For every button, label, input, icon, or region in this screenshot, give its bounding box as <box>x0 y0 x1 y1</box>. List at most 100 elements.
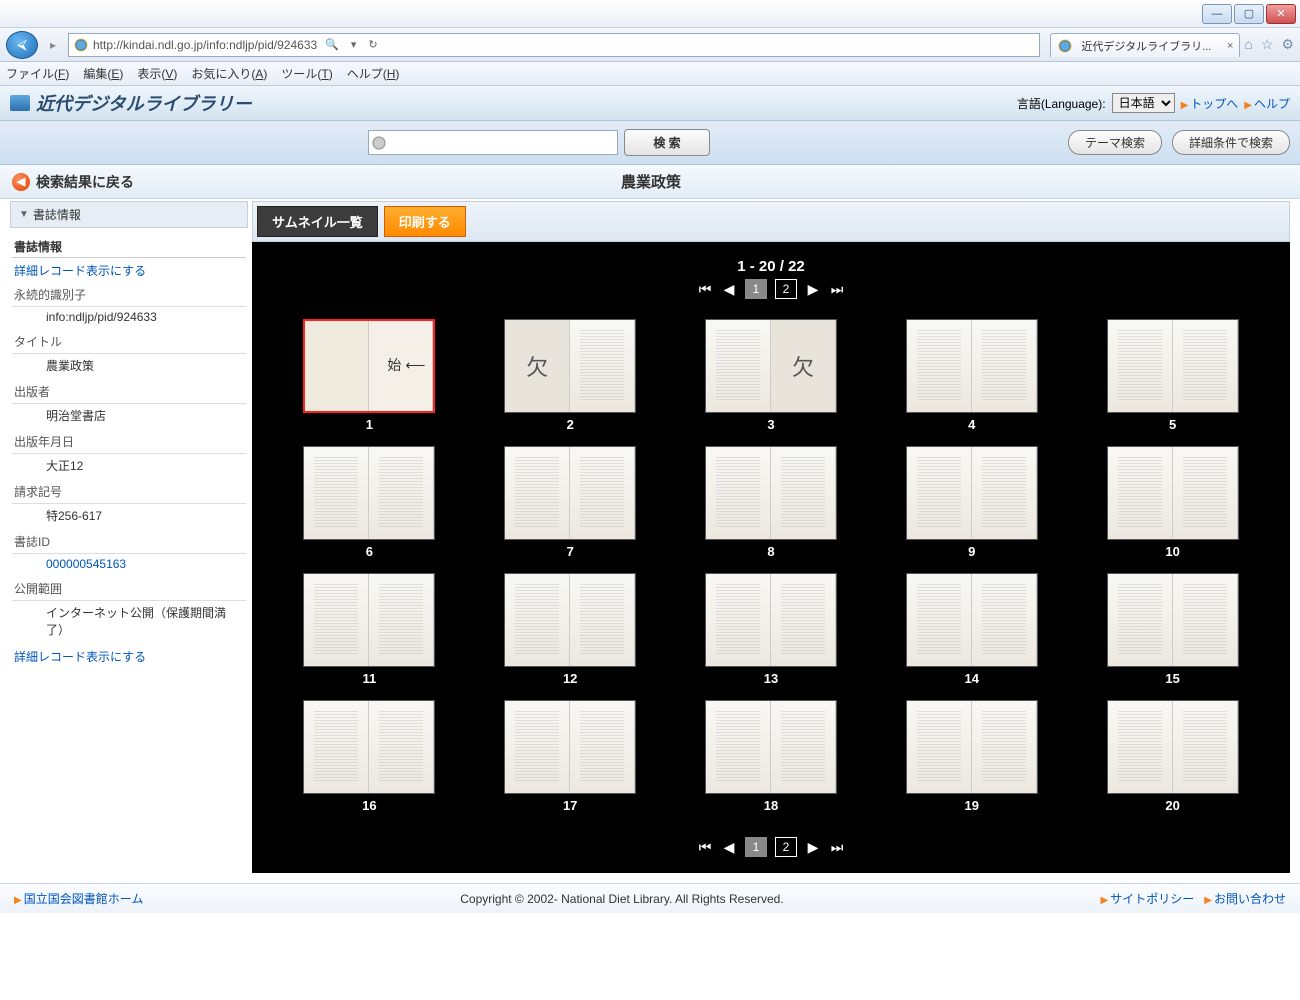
thumbnail-item[interactable]: 13 <box>686 573 857 686</box>
theme-search-button[interactable]: テーマ検索 <box>1068 130 1162 155</box>
contact-link[interactable]: ▶お問い合わせ <box>1204 890 1286 907</box>
thumbnail-image[interactable] <box>1107 319 1239 413</box>
prev-page-button[interactable]: ◀ <box>721 839 737 856</box>
meta-value[interactable]: 000000545163 <box>12 554 246 577</box>
thumbnail-image[interactable] <box>504 446 636 540</box>
menu-item[interactable]: ファイル(F) <box>6 65 69 82</box>
thumbnail-image[interactable] <box>1107 700 1239 794</box>
thumbnail-image[interactable] <box>906 446 1038 540</box>
page-left <box>1108 447 1173 539</box>
next-page-button[interactable]: ▶ <box>805 839 821 856</box>
menu-item[interactable]: 編集(E) <box>83 65 123 82</box>
window-maximize-button[interactable]: ▢ <box>1234 4 1264 24</box>
sidebar-section-header[interactable]: ▼ 書誌情報 <box>10 201 248 228</box>
tab-favicon-icon <box>1057 38 1073 54</box>
thumbnail-image[interactable] <box>906 700 1038 794</box>
thumbnail-item[interactable]: 始⟵ 1 <box>284 319 455 432</box>
thumbnail-number: 20 <box>1165 798 1179 813</box>
thumbnail-image[interactable] <box>906 319 1038 413</box>
page-number-button[interactable]: 2 <box>775 837 797 857</box>
thumbnail-item[interactable]: 15 <box>1087 573 1258 686</box>
thumbnail-item[interactable]: 8 <box>686 446 857 559</box>
detail-record-link-bottom[interactable]: 詳細レコード表示にする <box>12 644 246 669</box>
home-icon[interactable]: ⌂ <box>1244 36 1252 53</box>
page-right <box>570 320 635 412</box>
thumbnail-item[interactable]: 欠 3 <box>686 319 857 432</box>
browser-forward-button[interactable]: ▸ <box>42 34 64 56</box>
favorites-icon[interactable]: ☆ <box>1261 36 1274 53</box>
thumbnail-image[interactable] <box>705 446 837 540</box>
thumbnail-item[interactable]: 19 <box>886 700 1057 813</box>
thumbnail-image[interactable]: 欠 <box>705 319 837 413</box>
thumbnail-item[interactable]: 5 <box>1087 319 1258 432</box>
meta-label: 請求記号 <box>12 480 246 504</box>
first-page-button[interactable]: ⏮ <box>697 839 713 856</box>
detail-record-link-top[interactable]: 詳細レコード表示にする <box>12 258 246 283</box>
top-link[interactable]: ▶トップへ <box>1181 95 1239 112</box>
prev-page-button[interactable]: ◀ <box>721 281 737 298</box>
thumbnail-item[interactable]: 4 <box>886 319 1057 432</box>
site-policy-link[interactable]: ▶サイトポリシー <box>1101 890 1195 907</box>
thumbnail-image[interactable] <box>705 700 837 794</box>
thumbnail-item[interactable]: 9 <box>886 446 1057 559</box>
tab-close-button[interactable]: × <box>1227 40 1233 52</box>
page-number-button[interactable]: 1 <box>745 279 767 299</box>
thumbnail-image[interactable]: 欠 <box>504 319 636 413</box>
address-bar[interactable]: http://kindai.ndl.go.jp/info:ndljp/pid/9… <box>68 33 1040 57</box>
thumbnail-image[interactable]: 始⟵ <box>303 319 435 413</box>
thumbnail-image[interactable] <box>1107 446 1239 540</box>
browser-tab[interactable]: 近代デジタルライブラリ... × <box>1050 33 1240 57</box>
search-button[interactable]: 検 索 <box>624 129 709 156</box>
site-logo[interactable]: 近代デジタルライブラリー <box>10 90 252 116</box>
thumbnail-item[interactable]: 10 <box>1087 446 1258 559</box>
advanced-search-button[interactable]: 詳細条件で検索 <box>1172 130 1290 155</box>
language-select[interactable]: 日本語 <box>1112 93 1175 113</box>
thumbnail-item[interactable]: 18 <box>686 700 857 813</box>
collapse-icon: ▼ <box>19 209 29 220</box>
thumbnail-item[interactable]: 欠 2 <box>485 319 656 432</box>
tab-print[interactable]: 印刷する <box>384 206 466 237</box>
thumbnail-item[interactable]: 7 <box>485 446 656 559</box>
menu-item[interactable]: 表示(V) <box>137 65 177 82</box>
search-input[interactable] <box>368 130 618 155</box>
first-page-button[interactable]: ⏮ <box>697 281 713 298</box>
browser-back-button[interactable]: ⮘ <box>6 31 38 59</box>
help-link[interactable]: ▶ヘルプ <box>1244 95 1290 112</box>
menu-item[interactable]: ツール(T) <box>281 65 332 82</box>
thumbnail-image[interactable] <box>303 573 435 667</box>
back-to-results-link[interactable]: ◀ 検索結果に戻る <box>12 172 134 192</box>
thumbnail-item[interactable]: 14 <box>886 573 1057 686</box>
page-right <box>369 574 434 666</box>
tab-thumbnail[interactable]: サムネイル一覧 <box>257 206 378 237</box>
thumbnail-item[interactable]: 12 <box>485 573 656 686</box>
page-number-button[interactable]: 2 <box>775 279 797 299</box>
thumbnail-image[interactable] <box>303 700 435 794</box>
window-minimize-button[interactable]: — <box>1202 4 1232 24</box>
page-number-button[interactable]: 1 <box>745 837 767 857</box>
page-left <box>907 574 972 666</box>
thumbnail-image[interactable] <box>303 446 435 540</box>
last-page-button[interactable]: ⏭ <box>829 281 845 298</box>
page-right <box>369 447 434 539</box>
thumbnail-image[interactable] <box>705 573 837 667</box>
thumbnail-image[interactable] <box>906 573 1038 667</box>
thumbnail-item[interactable]: 16 <box>284 700 455 813</box>
tools-icon[interactable]: ⚙ <box>1281 36 1294 53</box>
last-page-button[interactable]: ⏭ <box>829 839 845 856</box>
thumbnail-number: 7 <box>567 544 574 559</box>
addr-dropdown-icon[interactable]: ▾ <box>347 38 361 51</box>
thumbnail-image[interactable] <box>504 573 636 667</box>
thumbnail-item[interactable]: 11 <box>284 573 455 686</box>
window-close-button[interactable]: ✕ <box>1266 4 1296 24</box>
browser-toolbar: ⮘ ▸ http://kindai.ndl.go.jp/info:ndljp/p… <box>0 28 1300 62</box>
thumbnail-item[interactable]: 20 <box>1087 700 1258 813</box>
thumbnail-image[interactable] <box>504 700 636 794</box>
menu-item[interactable]: ヘルプ(H) <box>347 65 400 82</box>
ndl-home-link[interactable]: ▶国立国会図書館ホーム <box>14 890 143 907</box>
thumbnail-item[interactable]: 17 <box>485 700 656 813</box>
thumbnail-item[interactable]: 6 <box>284 446 455 559</box>
menu-item[interactable]: お気に入り(A) <box>191 65 267 82</box>
thumbnail-image[interactable] <box>1107 573 1239 667</box>
refresh-button[interactable]: ↻ <box>364 38 381 51</box>
next-page-button[interactable]: ▶ <box>805 281 821 298</box>
